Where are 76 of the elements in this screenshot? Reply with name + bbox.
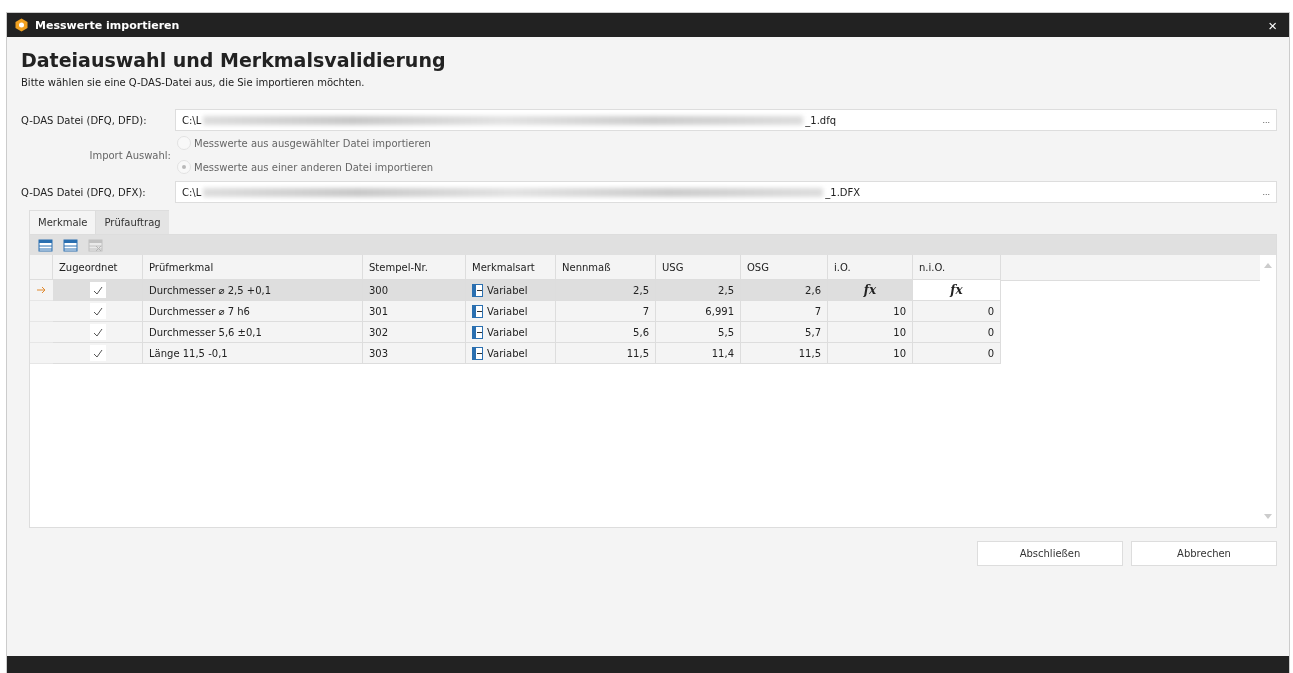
browse-button[interactable]: ... bbox=[1262, 187, 1270, 197]
table-row[interactable]: Durchmesser ⌀ 2,5 +0,1 300 Variabel 2,5 2,5 2,6 fx fx bbox=[30, 280, 1260, 301]
table-cell: 0 bbox=[913, 301, 1001, 322]
column-header[interactable]: n.i.O. bbox=[913, 255, 1001, 280]
field-label: Q-DAS Datei (DFQ, DFD): bbox=[21, 114, 148, 126]
close-button[interactable]: × bbox=[1264, 16, 1281, 34]
table-cell: 302 bbox=[363, 322, 466, 343]
column-header[interactable]: Stempel-Nr. bbox=[363, 255, 466, 280]
column-header[interactable]: Nennmaß bbox=[556, 255, 656, 280]
page-heading: Dateiauswahl und Merkmalsvalidierung bbox=[21, 49, 447, 71]
table-cell: Durchmesser ⌀ 7 h6 bbox=[143, 301, 363, 322]
table-cell: 6,991 bbox=[656, 301, 741, 322]
browse-button[interactable]: ... bbox=[1262, 115, 1270, 125]
list-view-icon[interactable] bbox=[38, 238, 53, 252]
radio-label: Messwerte aus einer anderen Datei importieren bbox=[194, 161, 434, 173]
numbers-icon bbox=[472, 346, 483, 360]
table-cell: Variabel bbox=[466, 301, 556, 322]
table-cell: 2,6 bbox=[741, 280, 828, 301]
column-header[interactable]: Zugeordnet bbox=[53, 255, 143, 280]
numbers-icon bbox=[472, 325, 483, 339]
table-cell: 7 bbox=[556, 301, 656, 322]
table-cell: 11,4 bbox=[656, 343, 741, 364]
window-title: Messwerte importieren bbox=[35, 18, 181, 32]
table-cell: Variabel bbox=[466, 280, 556, 301]
import-label: Import Auswahl: bbox=[88, 149, 172, 161]
table-cell: 5,6 bbox=[556, 322, 656, 343]
table-cell: 303 bbox=[363, 343, 466, 364]
column-header[interactable]: Merkmalsart bbox=[466, 255, 556, 280]
table-cell: 300 bbox=[363, 280, 466, 301]
checkmark-icon bbox=[92, 327, 103, 337]
checkmark-icon bbox=[92, 306, 103, 316]
dialog-button[interactable]: Abschließen bbox=[977, 541, 1123, 566]
field-label: Q-DAS Datei (DFQ, DFX): bbox=[21, 186, 147, 198]
table-cell: fx bbox=[828, 280, 913, 301]
radio-label: Messwerte aus ausgewählter Datei importieren bbox=[194, 137, 431, 149]
table-cell: 5,7 bbox=[741, 322, 828, 343]
numbers-icon bbox=[472, 283, 483, 297]
table-cell: 10 bbox=[828, 343, 913, 364]
file-path-field[interactable]: C:\L _1.DFX ... bbox=[175, 181, 1277, 203]
column-header[interactable]: i.O. bbox=[828, 255, 913, 280]
table-row[interactable]: Länge 11,5 -0,1 303 Variabel 11,5 11,4 11,5 10 0 bbox=[30, 343, 1260, 364]
table-cell: 5,5 bbox=[656, 322, 741, 343]
table-row[interactable]: Durchmesser ⌀ 7 h6 301 Variabel 7 6,991 7 10 0 bbox=[30, 301, 1260, 322]
table-cell: 0 bbox=[913, 343, 1001, 364]
table-cell: 10 bbox=[828, 322, 913, 343]
table-cell: 0 bbox=[913, 322, 1001, 343]
table-cell: 301 bbox=[363, 301, 466, 322]
table-cell: Variabel bbox=[466, 343, 556, 364]
checkbox[interactable] bbox=[89, 303, 106, 319]
table-cell: Länge 11,5 -0,1 bbox=[143, 343, 363, 364]
column-header[interactable]: OSG bbox=[741, 255, 828, 280]
tab[interactable]: Prüfauftrag bbox=[95, 210, 169, 234]
checkbox[interactable] bbox=[89, 345, 106, 361]
file-path-field[interactable]: C:\L _1.dfq ... bbox=[175, 109, 1277, 131]
checkbox[interactable] bbox=[89, 282, 106, 298]
checkbox[interactable] bbox=[89, 324, 106, 340]
numbers-icon bbox=[472, 304, 483, 318]
table-cell: 2,5 bbox=[656, 280, 741, 301]
table-cell: fx bbox=[913, 280, 1001, 301]
table-cell: 7 bbox=[741, 301, 828, 322]
dialog-button[interactable]: Abbrechen bbox=[1131, 541, 1277, 566]
hexagon-logo-icon bbox=[15, 18, 28, 32]
tab[interactable]: Merkmale bbox=[29, 210, 96, 234]
checkmark-icon bbox=[92, 285, 103, 295]
instruction-text: Bitte wählen sie eine Q-DAS-Datei aus, die Sie importieren möchten. bbox=[21, 77, 366, 88]
table-cell: Durchmesser ⌀ 2,5 +0,1 bbox=[143, 280, 363, 301]
table-cell: 2,5 bbox=[556, 280, 656, 301]
column-header[interactable]: USG bbox=[656, 255, 741, 280]
column-header[interactable]: Prüfmerkmal bbox=[143, 255, 363, 280]
checkmark-icon bbox=[92, 348, 103, 358]
table-row[interactable]: Durchmesser 5,6 ±0,1 302 Variabel 5,6 5,5 5,7 10 0 bbox=[30, 322, 1260, 343]
table-cell: 11,5 bbox=[741, 343, 828, 364]
table-cell: 10 bbox=[828, 301, 913, 322]
table-cell: Variabel bbox=[466, 322, 556, 343]
table-cell: 11,5 bbox=[556, 343, 656, 364]
table-cell: Durchmesser 5,6 ±0,1 bbox=[143, 322, 363, 343]
